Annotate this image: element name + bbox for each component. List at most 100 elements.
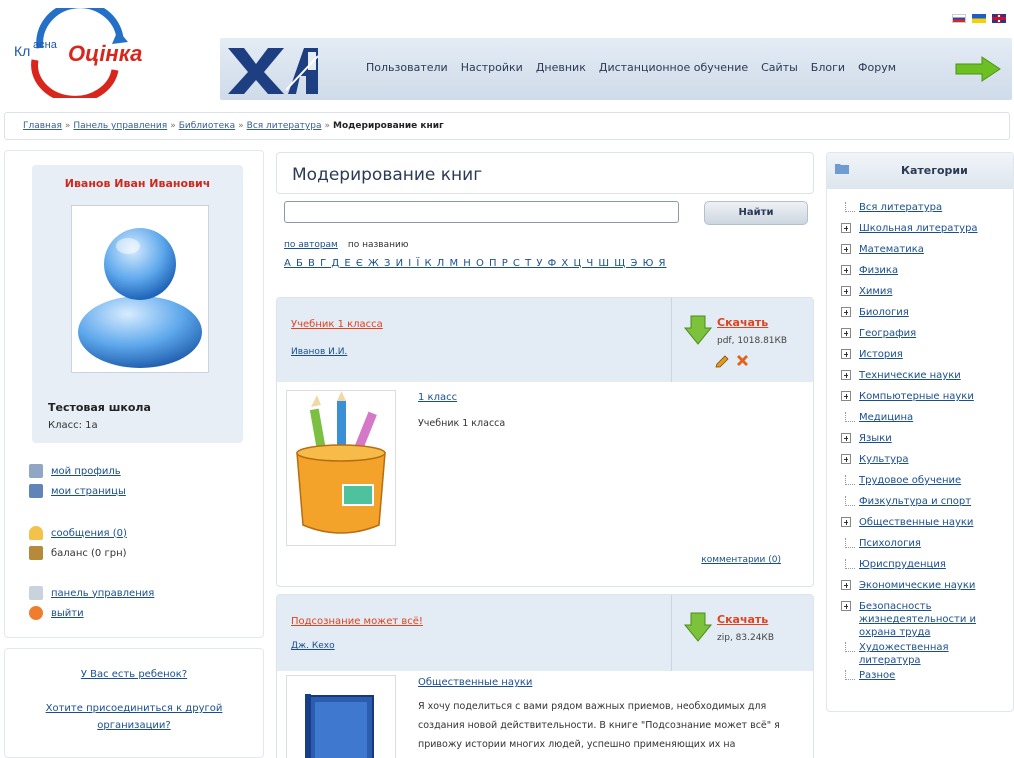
menu-logout[interactable]: выйти (29, 603, 154, 623)
category-link[interactable]: Биология (859, 307, 909, 318)
expand-plus-icon[interactable] (841, 580, 851, 590)
my-profile-link[interactable]: мой профиль (51, 466, 121, 477)
category-item[interactable]: История (841, 346, 1011, 367)
nav-forum[interactable]: Форум (858, 61, 896, 74)
category-item[interactable]: Трудовое обучение (841, 472, 1011, 493)
category-link[interactable]: Языки (859, 433, 892, 444)
download-link[interactable]: Скачать (717, 613, 768, 626)
flag-en-icon[interactable] (992, 14, 1006, 23)
flag-ua-icon[interactable] (972, 14, 986, 23)
category-link[interactable]: Физкультура и спорт (859, 496, 971, 507)
breadcrumb-library[interactable]: Библиотека (179, 121, 235, 131)
expand-plus-icon[interactable] (841, 328, 851, 338)
expand-plus-icon[interactable] (841, 454, 851, 464)
category-item[interactable]: Технические науки (841, 367, 1011, 388)
book-author[interactable]: Иванов И.И. (291, 347, 347, 357)
expand-plus-icon[interactable] (841, 223, 851, 233)
breadcrumb-all-literature[interactable]: Вся литература (247, 121, 322, 131)
expand-plus-icon[interactable] (841, 601, 851, 611)
nav-diary[interactable]: Дневник (536, 61, 586, 74)
category-link[interactable]: Химия (859, 286, 892, 297)
category-item[interactable]: География (841, 325, 1011, 346)
have-child-link[interactable]: У Вас есть ребенок? (81, 669, 187, 680)
alphabet-filter[interactable]: А Б В Г Д Е Є Ж З И І Ї К Л М Н О П Р С … (284, 258, 667, 269)
category-item[interactable]: Медицина (841, 409, 1011, 430)
expand-plus-icon[interactable] (841, 517, 851, 527)
category-link[interactable]: Общественные науки (859, 517, 973, 528)
sort-by-author-link[interactable]: по авторам (284, 240, 338, 250)
category-item[interactable]: Химия (841, 283, 1011, 304)
category-item[interactable]: Языки (841, 430, 1011, 451)
breadcrumb-control-panel[interactable]: Панель управления (73, 121, 167, 131)
search-button[interactable]: Найти (704, 201, 808, 225)
category-item[interactable]: Безопасность жизнедеятельности и охрана … (841, 598, 1011, 639)
category-link[interactable]: История (859, 349, 903, 360)
expand-plus-icon[interactable] (841, 244, 851, 254)
logout-link[interactable]: выйти (51, 608, 84, 619)
expand-plus-icon[interactable] (841, 286, 851, 296)
category-link[interactable]: Медицина (859, 412, 913, 423)
book-title[interactable]: Подсознание может всё! (291, 616, 423, 627)
expand-plus-icon[interactable] (841, 391, 851, 401)
category-item[interactable]: Юриспруденция (841, 556, 1011, 577)
category-link[interactable]: Вся литература (859, 202, 942, 213)
expand-plus-icon[interactable] (841, 307, 851, 317)
breadcrumb-home[interactable]: Главная (23, 121, 62, 131)
category-item[interactable]: Экономические науки (841, 577, 1011, 598)
category-item[interactable]: Психология (841, 535, 1011, 556)
messages-link[interactable]: сообщения (0) (51, 528, 127, 539)
flag-ru-icon[interactable] (952, 14, 966, 23)
avatar[interactable] (71, 205, 209, 373)
nav-users[interactable]: Пользователи (366, 61, 448, 74)
category-link[interactable]: Математика (859, 244, 924, 255)
book-author[interactable]: Дж. Кехо (291, 641, 335, 651)
category-link[interactable]: Художественная литература (859, 642, 949, 666)
delete-icon[interactable] (735, 353, 750, 368)
category-link[interactable]: Безопасность жизнедеятельности и охрана … (859, 601, 976, 638)
category-link[interactable]: Психология (859, 538, 921, 549)
control-panel-link[interactable]: панель управления (51, 588, 154, 599)
menu-messages[interactable]: сообщения (0) (29, 523, 127, 543)
category-link[interactable]: Школьная литература (859, 223, 978, 234)
category-link[interactable]: Разное (859, 670, 895, 681)
category-item[interactable]: Художественная литература (841, 639, 1011, 667)
book-cover[interactable] (286, 390, 396, 546)
category-item[interactable]: Вся литература (841, 199, 1011, 220)
menu-control-panel[interactable]: панель управления (29, 583, 154, 603)
category-item[interactable]: Разное (841, 667, 1011, 688)
join-org-link[interactable]: Хотите присоединиться к другой организац… (46, 703, 223, 731)
category-item[interactable]: Культура (841, 451, 1011, 472)
category-item[interactable]: Математика (841, 241, 1011, 262)
category-item[interactable]: Биология (841, 304, 1011, 325)
category-item[interactable]: Физкультура и спорт (841, 493, 1011, 514)
category-link[interactable]: Трудовое обучение (859, 475, 961, 486)
search-input[interactable] (284, 201, 679, 223)
category-item[interactable]: Физика (841, 262, 1011, 283)
category-item[interactable]: Общественные науки (841, 514, 1011, 535)
category-link[interactable]: Экономические науки (859, 580, 975, 591)
arrow-right-icon[interactable] (954, 55, 1002, 83)
sort-by-name-label[interactable]: по названию (348, 240, 409, 250)
category-link[interactable]: Компьютерные науки (859, 391, 974, 402)
nav-distance-learning[interactable]: Дистанционное обучение (599, 61, 748, 74)
book-cover[interactable] (286, 675, 396, 758)
menu-my-profile[interactable]: мой профиль (29, 461, 126, 481)
nav-blogs[interactable]: Блоги (811, 61, 845, 74)
book-title[interactable]: Учебник 1 класса (291, 319, 383, 330)
category-link[interactable]: Юриспруденция (859, 559, 946, 570)
download-icon[interactable] (683, 611, 713, 643)
alphabet-letters[interactable]: А Б В Г Д Е Є Ж З И І Ї К Л М Н О П Р С … (284, 258, 667, 269)
nav-settings[interactable]: Настройки (461, 61, 523, 74)
expand-plus-icon[interactable] (841, 433, 851, 443)
category-link[interactable]: География (859, 328, 916, 339)
expand-plus-icon[interactable] (841, 265, 851, 275)
nav-sites[interactable]: Сайты (761, 61, 798, 74)
expand-plus-icon[interactable] (841, 370, 851, 380)
book-category-link[interactable]: Общественные науки (418, 677, 532, 688)
download-icon[interactable] (683, 314, 713, 346)
menu-my-pages[interactable]: мои страницы (29, 481, 126, 501)
category-item[interactable]: Компьютерные науки (841, 388, 1011, 409)
category-link[interactable]: Технические науки (859, 370, 961, 381)
category-item[interactable]: Школьная литература (841, 220, 1011, 241)
expand-plus-icon[interactable] (841, 349, 851, 359)
